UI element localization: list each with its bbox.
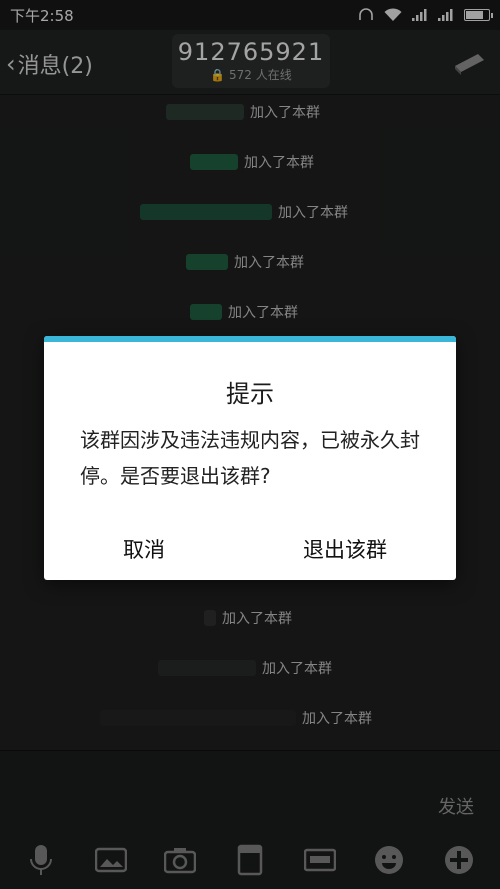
exit-group-button[interactable]: 退出该群 bbox=[303, 534, 387, 564]
cancel-button[interactable]: 取消 bbox=[123, 534, 165, 564]
dialog-title: 提示 bbox=[226, 380, 274, 408]
exit-group-dialog: 提示 该群因涉及违法违规内容，已被永久封停。是否要退出该群? 取消 退出该群 bbox=[44, 336, 456, 580]
dialog-accent-bar bbox=[44, 336, 456, 342]
dialog-message: 该群因涉及违法违规内容，已被永久封停。是否要退出该群? bbox=[80, 428, 420, 488]
